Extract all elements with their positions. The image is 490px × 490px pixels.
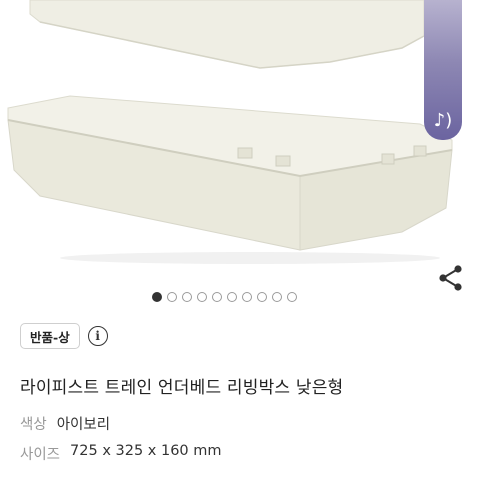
carousel-dot[interactable] <box>257 292 267 302</box>
carousel-dot[interactable] <box>197 292 207 302</box>
condition-badge: 반품-상 <box>20 323 80 349</box>
info-icon[interactable]: i <box>87 326 108 346</box>
spec-size-value: 725 x 325 x 160 mm <box>70 443 222 459</box>
audio-tab[interactable]: ♪) <box>424 0 462 140</box>
share-icon <box>439 265 462 291</box>
carousel-dot[interactable] <box>242 292 252 302</box>
badge-row: 반품-상 i <box>20 322 108 350</box>
carousel-dot[interactable] <box>227 292 237 302</box>
spec-size: 사이즈 725 x 325 x 160 mm <box>20 443 222 464</box>
share-button[interactable] <box>436 264 466 292</box>
spec-color: 색상 아이보리 <box>20 413 110 434</box>
carousel-dot[interactable] <box>152 292 162 302</box>
spec-color-value: 아이보리 <box>56 417 111 433</box>
carousel-dot[interactable] <box>272 292 282 302</box>
storage-box-illustration <box>7 0 453 264</box>
product-title: 라이피스트 트레인 언더베드 리빙박스 낮은형 <box>20 378 344 398</box>
music-note-icon: ♪) <box>433 110 453 131</box>
spec-size-label: 사이즈 <box>20 447 61 463</box>
carousel-dot[interactable] <box>167 292 177 302</box>
spec-color-label: 색상 <box>20 417 47 433</box>
carousel-indicator <box>152 290 297 304</box>
carousel-dot[interactable] <box>212 292 222 302</box>
carousel-dot[interactable] <box>182 292 192 302</box>
carousel-dot[interactable] <box>287 292 297 302</box>
product-image[interactable]: ♪) <box>0 0 490 278</box>
